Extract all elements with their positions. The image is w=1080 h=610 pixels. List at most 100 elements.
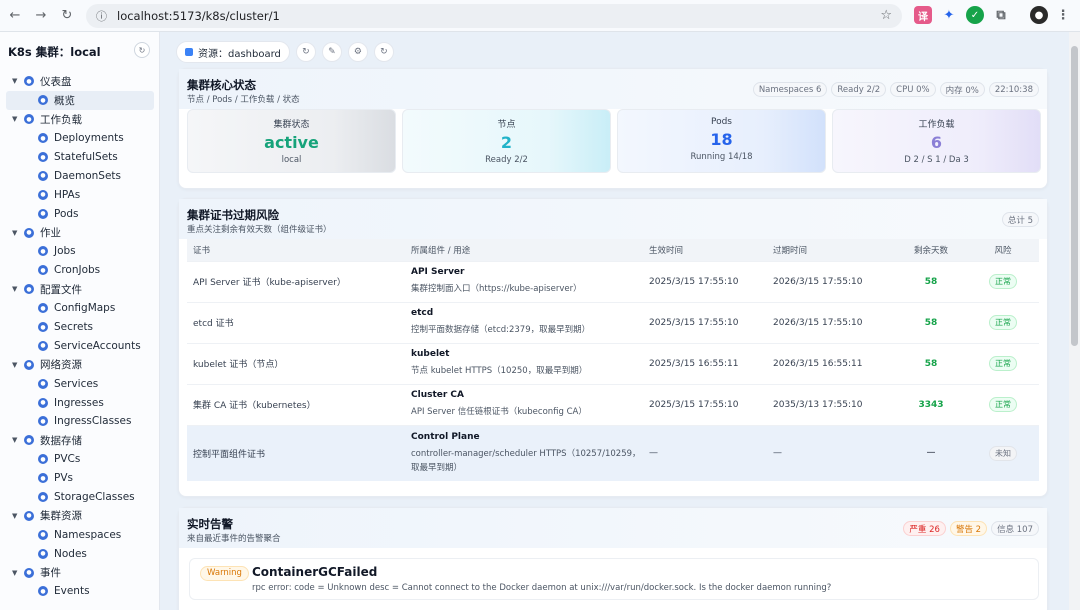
- sidebar-item[interactable]: ● IngressClasses: [0, 412, 158, 431]
- extension-vue-icon[interactable]: ✓: [966, 6, 984, 24]
- cert-component-cell: Cluster CA API Server 信任链根证书（kubeconfig C…: [405, 383, 643, 425]
- sidebar-group[interactable]: ▼ ● 工作负载: [0, 110, 158, 129]
- alert-item[interactable]: Warning ContainerGCFailed rpc error: cod…: [189, 558, 1039, 600]
- warning-count-chip[interactable]: 警告 2: [949, 521, 988, 536]
- reload-icon[interactable]: ↻: [373, 42, 394, 62]
- edit-icon[interactable]: ✎: [321, 42, 342, 62]
- group-icon: ●: [24, 284, 34, 295]
- item-icon: ●: [38, 189, 48, 200]
- back-icon[interactable]: ←: [4, 5, 26, 27]
- browser-menu-icon[interactable]: ⋮: [1054, 6, 1072, 24]
- column-header: 风险: [967, 239, 1039, 261]
- scrollbar-thumb[interactable]: [1071, 46, 1078, 346]
- sidebar-item[interactable]: ● PVs: [0, 469, 158, 488]
- cert-purpose: controller-manager/scheduler HTTPS（10257…: [411, 448, 641, 473]
- sidebar-item[interactable]: ● HPAs: [0, 185, 158, 204]
- sidebar-item[interactable]: ● Deployments: [0, 129, 158, 148]
- page-scrollbar[interactable]: [1069, 32, 1080, 610]
- cert-name: etcd 证书: [187, 301, 405, 343]
- sidebar-item[interactable]: ● Ingresses: [0, 393, 158, 412]
- table-row[interactable]: etcd 证书 etcd 控制平面数据存储（etcd:2379，取最早到期） 2025…: [187, 301, 1039, 343]
- stat-value: 2: [500, 133, 513, 152]
- sidebar-group[interactable]: ▼ ● 作业: [0, 223, 158, 242]
- forward-icon[interactable]: →: [30, 5, 52, 27]
- address-bar[interactable]: ⓘ localhost:5173/k8s/cluster/1 ☆: [86, 4, 902, 28]
- sidebar-refresh-icon[interactable]: ↻: [134, 42, 150, 58]
- sidebar-group-label: 集群资源: [40, 510, 82, 523]
- sidebar-item-label: Pods: [54, 207, 79, 220]
- resource-pill[interactable]: 资源：dashboard: [176, 41, 290, 63]
- cert-component: Control Plane: [411, 431, 480, 442]
- reload-icon[interactable]: ↻: [56, 5, 78, 27]
- risk-badge: 未知: [989, 445, 1017, 461]
- cert-days: 58: [895, 342, 967, 384]
- sidebar-group[interactable]: ▼ ● 事件: [0, 563, 158, 582]
- sidebar-item[interactable]: ● Services: [0, 374, 158, 393]
- chevron-down-icon[interactable]: ▼: [12, 361, 22, 369]
- column-header: 所属组件 / 用途: [405, 239, 643, 261]
- cert-total-chip: 总计 5: [1001, 212, 1039, 227]
- risk-badge: 正常: [989, 356, 1017, 371]
- extension-puzzle-blue-icon[interactable]: ✦: [940, 6, 958, 24]
- item-icon: ●: [38, 586, 48, 597]
- status-chip: CPU 0%: [890, 82, 936, 97]
- chevron-down-icon[interactable]: ▼: [12, 569, 22, 577]
- resource-label: 资源：dashboard: [198, 48, 281, 60]
- sidebar-item[interactable]: ● DaemonSets: [0, 166, 158, 185]
- group-icon: ●: [24, 114, 34, 125]
- severe-count-chip[interactable]: 严重 26: [903, 521, 946, 536]
- settings-gear-icon[interactable]: ⚙: [347, 42, 368, 62]
- group-icon: ●: [24, 567, 34, 578]
- alerts-card: 实时告警 来自最近事件的告警聚合 严重 26 警告 2 信息 107 Warni…: [178, 507, 1048, 610]
- table-row[interactable]: API Server 证书（kube-apiserver） API Server 集…: [187, 260, 1039, 302]
- cert-component-cell: etcd 控制平面数据存储（etcd:2379，取最早到期）: [405, 301, 643, 343]
- cert-component: etcd: [411, 308, 434, 318]
- sidebar-group[interactable]: ▼ ● 仪表盘: [0, 72, 158, 91]
- sidebar-item[interactable]: ● ServiceAccounts: [0, 336, 158, 355]
- chevron-down-icon[interactable]: ▼: [12, 512, 22, 520]
- stat-label: 集群状态: [273, 120, 310, 130]
- sidebar-item[interactable]: ● Nodes: [0, 544, 158, 563]
- sidebar-item[interactable]: ● CronJobs: [0, 261, 158, 280]
- sidebar-item[interactable]: ● Pods: [0, 204, 158, 223]
- stat-label: Pods: [710, 117, 732, 127]
- group-icon: ●: [24, 227, 34, 238]
- sidebar-item[interactable]: ● PVCs: [0, 450, 158, 469]
- stat-sub: Ready 2/2: [485, 155, 528, 165]
- refresh-icon[interactable]: ↻: [295, 42, 316, 62]
- info-count-chip[interactable]: 信息 107: [991, 521, 1039, 536]
- table-row[interactable]: kubelet 证书（节点） kubelet 节点 kubelet HTTPS（10…: [187, 342, 1039, 384]
- sidebar-item[interactable]: ● Events: [0, 582, 158, 601]
- sidebar-item[interactable]: ● Namespaces: [0, 525, 158, 544]
- sidebar-item[interactable]: ● 概览: [6, 90, 154, 110]
- extension-translate-icon[interactable]: 译: [914, 6, 932, 24]
- toolbar: 资源：dashboard ↻ ✎ ⚙ ↻: [176, 40, 394, 64]
- group-icon: ●: [24, 359, 34, 370]
- sidebar-item[interactable]: ● Secrets: [0, 318, 158, 337]
- sidebar-item[interactable]: ● ConfigMaps: [0, 299, 158, 318]
- chevron-down-icon[interactable]: ▼: [12, 115, 22, 123]
- cert-component-cell: API Server 集群控制面入口（https://kube-apiserver…: [405, 260, 643, 302]
- sidebar-tree: ▼ ● 仪表盘 ● 概览 ▼ ● 工作负载 ● Deployments ● StatefulSets ●…: [0, 72, 158, 601]
- profile-avatar-icon[interactable]: ●: [1030, 6, 1048, 24]
- chevron-down-icon[interactable]: ▼: [12, 77, 22, 85]
- sidebar-item-label: 概览: [54, 94, 75, 107]
- table-row[interactable]: 控制平面组件证书 Control Plane controller-manager/…: [187, 424, 1039, 481]
- table-row[interactable]: 集群 CA 证书（kubernetes） Cluster CA API Server…: [187, 383, 1039, 425]
- sidebar-group[interactable]: ▼ ● 网络资源: [0, 355, 158, 374]
- sidebar-item-label: PVCs: [54, 453, 81, 466]
- alerts-header: 实时告警 来自最近事件的告警聚合 严重 26 警告 2 信息 107: [179, 508, 1047, 548]
- sidebar-item[interactable]: ● StorageClasses: [0, 488, 158, 507]
- sidebar-group[interactable]: ▼ ● 配置文件: [0, 280, 158, 299]
- site-info-icon[interactable]: ⓘ: [96, 8, 107, 24]
- chevron-down-icon[interactable]: ▼: [12, 229, 22, 237]
- sidebar-item[interactable]: ● StatefulSets: [0, 148, 158, 167]
- sidebar-group[interactable]: ▼ ● 数据存储: [0, 431, 158, 450]
- chevron-down-icon[interactable]: ▼: [12, 436, 22, 444]
- sidebar-item[interactable]: ● Jobs: [0, 242, 158, 261]
- sidebar-group[interactable]: ▼ ● 集群资源: [0, 506, 158, 525]
- bookmark-star-icon[interactable]: ☆: [880, 8, 892, 23]
- extensions-icon[interactable]: ⧉: [992, 6, 1010, 24]
- chevron-down-icon[interactable]: ▼: [12, 285, 22, 293]
- cert-risk-title: 集群证书过期风险: [187, 208, 279, 222]
